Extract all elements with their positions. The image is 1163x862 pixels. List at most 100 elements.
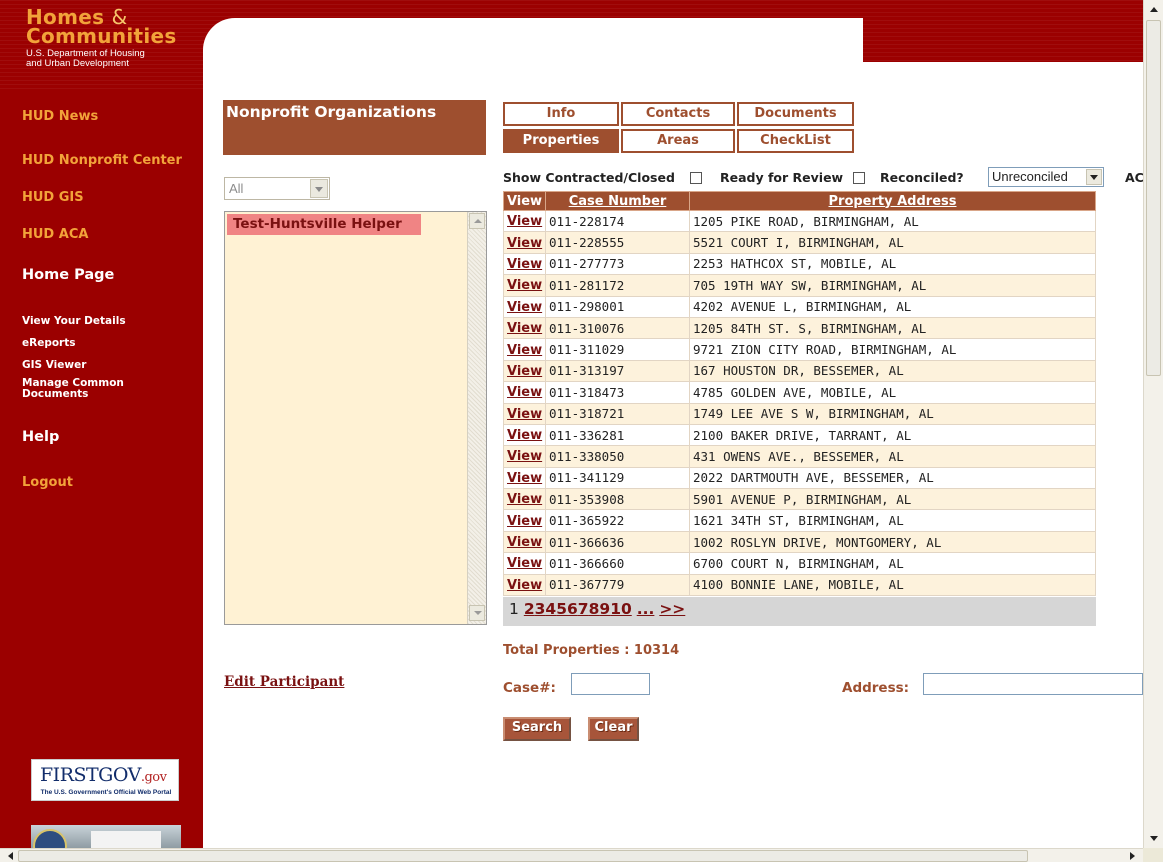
pager-more-link[interactable]: ...: [637, 600, 655, 618]
view-link[interactable]: View: [507, 428, 542, 443]
tab-properties[interactable]: Properties: [503, 129, 619, 153]
reconciled-select[interactable]: Unreconciled: [988, 167, 1104, 187]
nav-help[interactable]: Help: [22, 429, 59, 445]
sort-property-address-link[interactable]: Property Address: [829, 194, 957, 209]
view-link[interactable]: View: [507, 321, 542, 336]
view-link[interactable]: View: [507, 214, 542, 229]
pager-page-link[interactable]: 8: [589, 600, 600, 618]
tab-contacts[interactable]: Contacts: [621, 102, 735, 126]
address-input[interactable]: [923, 673, 1143, 695]
view-link[interactable]: View: [507, 278, 542, 293]
clear-button[interactable]: Clear: [588, 717, 639, 741]
property-address-cell: 2022 DARTMOUTH AVE, BESSEMER, AL: [689, 466, 1096, 490]
nav-home-page[interactable]: Home Page: [22, 267, 114, 283]
scroll-right-arrow-icon[interactable]: [1130, 852, 1135, 860]
nav-manage-common-documents[interactable]: Manage Common Documents: [22, 378, 124, 400]
nav-gis-viewer[interactable]: GIS Viewer: [22, 360, 86, 371]
whitehouse-image[interactable]: [31, 825, 181, 848]
column-header-case-number[interactable]: Case Number: [545, 191, 690, 211]
firstgov-badge[interactable]: FIRSTGOV.gov The U.S. Government's Offic…: [31, 759, 179, 801]
nav-view-your-details[interactable]: View Your Details: [22, 316, 126, 327]
pager-page-link[interactable]: 2: [524, 600, 535, 618]
listbox-scrollbar[interactable]: [467, 212, 486, 624]
view-cell: View: [503, 338, 546, 361]
pager-page-link[interactable]: 3: [535, 600, 546, 618]
scroll-down-icon[interactable]: [469, 605, 485, 621]
show-contracted-checkbox[interactable]: [690, 172, 702, 184]
view-link[interactable]: View: [507, 385, 542, 400]
case-number-input[interactable]: [571, 673, 650, 695]
view-cell: View: [503, 316, 546, 340]
case-number-cell: 011-365922: [545, 509, 690, 532]
view-link[interactable]: View: [507, 535, 542, 550]
ready-for-review-checkbox[interactable]: [853, 172, 865, 184]
view-link[interactable]: View: [507, 300, 542, 315]
horizontal-scroll-thumb[interactable]: [18, 850, 1028, 862]
nav-hud-aca[interactable]: HUD ACA: [22, 227, 88, 242]
sort-case-number-link[interactable]: Case Number: [569, 194, 667, 209]
window-vertical-scrollbar[interactable]: [1143, 0, 1163, 848]
pager-page-link[interactable]: 10: [610, 600, 632, 618]
tab-info[interactable]: Info: [503, 102, 619, 126]
property-address-cell: 1621 34TH ST, BIRMINGHAM, AL: [689, 509, 1096, 532]
table-row: View 011-366636 1002 ROSLYN DRIVE, MONTGOM…: [503, 530, 1096, 554]
case-number-cell: 011-228174: [545, 209, 690, 233]
tab-areas[interactable]: Areas: [621, 129, 735, 153]
view-cell: View: [503, 274, 546, 297]
case-number-cell: 011-298001: [545, 295, 690, 318]
pager-page-link[interactable]: 7: [578, 600, 589, 618]
table-row: View 011-366660 6700 COURT N, BIRMINGHAM, …: [503, 552, 1096, 575]
building-icon: [91, 831, 161, 848]
search-button[interactable]: Search: [503, 717, 571, 741]
hud-logo[interactable]: Homes & Communities U.S. Department of H…: [26, 7, 201, 69]
window-horizontal-scrollbar[interactable]: [0, 848, 1143, 862]
table-row: View 011-353908 5901 AVENUE P, BIRMINGHAM,…: [503, 488, 1096, 511]
column-header-view: View: [503, 191, 546, 211]
view-link[interactable]: View: [507, 257, 542, 272]
view-cell: View: [503, 423, 546, 447]
property-address-cell: 705 19TH WAY SW, BIRMINGHAM, AL: [689, 274, 1096, 297]
table-header-row: View Case Number Property Address: [503, 191, 1096, 211]
pager-page-link[interactable]: 9: [599, 600, 610, 618]
view-link[interactable]: View: [507, 236, 542, 251]
tab-documents[interactable]: Documents: [737, 102, 854, 126]
nonprofit-filter-select[interactable]: All: [224, 177, 330, 200]
nav-logout[interactable]: Logout: [22, 475, 73, 490]
view-link[interactable]: View: [507, 364, 542, 379]
scroll-left-arrow-icon[interactable]: [8, 852, 13, 860]
table-row: View 011-311029 9721 ZION CITY ROAD, BIRMI…: [503, 338, 1096, 361]
chevron-down-icon[interactable]: [310, 179, 328, 198]
scroll-up-icon[interactable]: [469, 213, 485, 229]
view-link[interactable]: View: [507, 492, 542, 507]
nonprofit-listbox[interactable]: Test-Huntsville Helper: [224, 211, 487, 625]
vertical-scroll-thumb[interactable]: [1146, 20, 1161, 376]
view-link[interactable]: View: [507, 578, 542, 593]
properties-table: View Case Number Property Address View 01…: [503, 191, 1096, 597]
view-link[interactable]: View: [507, 471, 542, 486]
column-header-property-address[interactable]: Property Address: [689, 191, 1096, 211]
firstgov-tagline: The U.S. Government's Official Web Porta…: [40, 789, 172, 796]
nav-hud-nonprofit-center[interactable]: HUD Nonprofit Center: [22, 153, 182, 168]
chevron-down-icon[interactable]: [1086, 169, 1102, 185]
property-address-cell: 1749 LEE AVE S W, BIRMINGHAM, AL: [689, 402, 1096, 425]
view-cell: View: [503, 530, 546, 554]
nav-hud-gis[interactable]: HUD GIS: [22, 190, 84, 205]
pager-page-link[interactable]: 5: [556, 600, 567, 618]
view-link[interactable]: View: [507, 556, 542, 571]
pager-next-link[interactable]: >>: [659, 600, 685, 618]
view-link[interactable]: View: [507, 407, 542, 422]
scroll-down-arrow-icon[interactable]: [1150, 836, 1158, 841]
table-row: View 011-365922 1621 34TH ST, BIRMINGHAM, …: [503, 509, 1096, 532]
tab-checklist[interactable]: CheckList: [737, 129, 854, 153]
pager-page-link[interactable]: 4: [545, 600, 556, 618]
nav-hud-news[interactable]: HUD News: [22, 109, 98, 124]
scroll-up-arrow-icon[interactable]: [1150, 7, 1158, 12]
pager-page-link[interactable]: 6: [567, 600, 578, 618]
view-link[interactable]: View: [507, 514, 542, 529]
nonprofit-header: Nonprofit Organizations: [223, 100, 486, 155]
view-link[interactable]: View: [507, 343, 542, 358]
nav-ereports[interactable]: eReports: [22, 338, 76, 349]
edit-participant-link[interactable]: Edit Participant: [224, 674, 344, 690]
view-link[interactable]: View: [507, 449, 542, 464]
nonprofit-list-item[interactable]: Test-Huntsville Helper: [227, 214, 421, 235]
